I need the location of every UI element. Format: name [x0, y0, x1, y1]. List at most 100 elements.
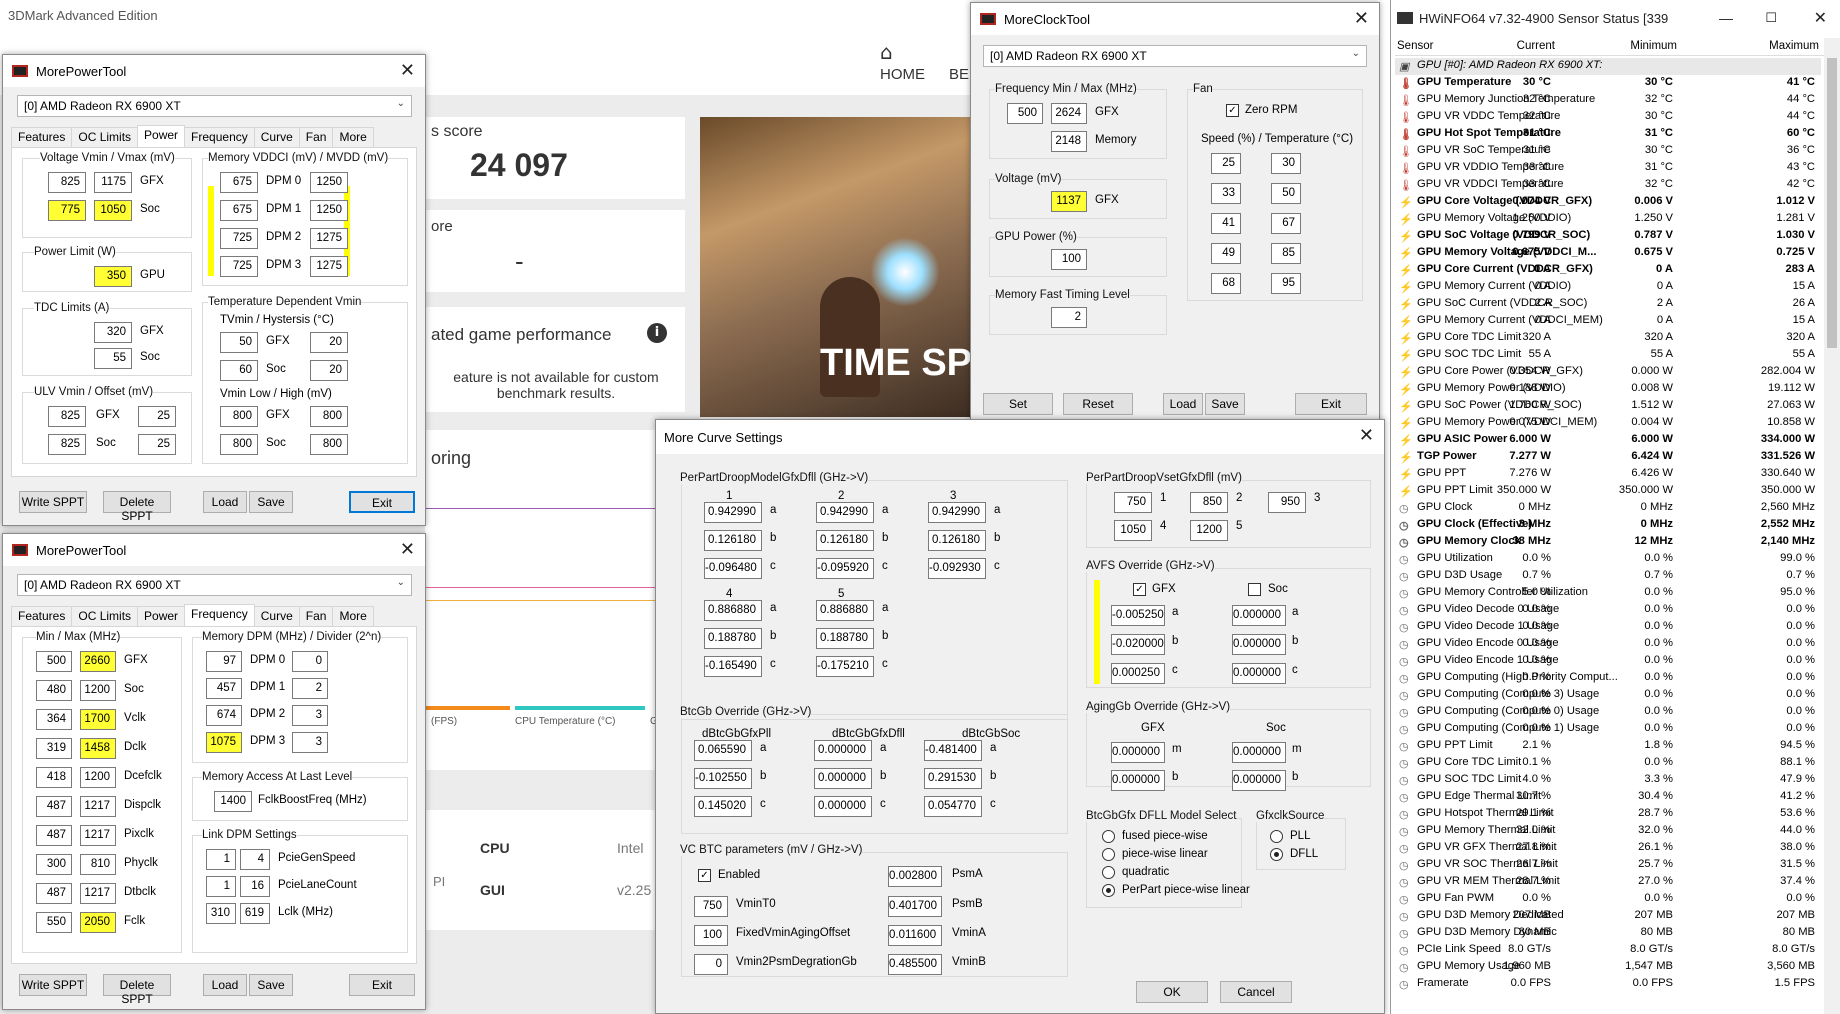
freq-min-input[interactable]: 300: [36, 854, 72, 875]
vddci-dpm3-input[interactable]: 725: [220, 256, 258, 277]
vmin-high-gfx-input[interactable]: 800: [310, 406, 348, 427]
nav-home[interactable]: HOME: [880, 66, 925, 83]
sensor-row[interactable]: ◷ GPU Core TDC Limit 0.1 % 0.0 % 88.1 %: [1395, 755, 1821, 772]
sensor-row[interactable]: ◷ GPU VR SOC Thermal Limit 26.7 % 25.7 % 31.…: [1395, 857, 1821, 874]
mem-dpm-freq-input[interactable]: 97: [206, 651, 242, 672]
sensor-row[interactable]: ⚡ GPU SoC Power (VDDCR_SOC) 1.760 W 1.512 W…: [1395, 398, 1821, 415]
tvmin-soc-input[interactable]: 60: [220, 360, 258, 381]
mem-dpm-freq-input[interactable]: 457: [206, 678, 242, 699]
freq-max-input[interactable]: 1217: [80, 883, 116, 904]
sensor-row[interactable]: ◷ GPU Fan PWM 0.0 % 0.0 % 0.0 %: [1395, 891, 1821, 908]
aging-soc-b-input[interactable]: 0.000000: [1232, 770, 1286, 791]
sensor-row[interactable]: ◷ GPU VR MEM Thermal Limit 28.7 % 27.0 % 37.…: [1395, 874, 1821, 891]
vmax-soc-input[interactable]: 1050: [94, 200, 132, 221]
tab-curve[interactable]: Curve: [253, 606, 300, 626]
col-sensor[interactable]: Sensor: [1397, 40, 1433, 52]
freq-min-input[interactable]: 550: [36, 912, 72, 933]
fast-timing-input[interactable]: 2: [1051, 307, 1087, 328]
mvdd-dpm3-input[interactable]: 1275: [310, 256, 348, 277]
gpu-select[interactable]: [0] AMD Radeon RX 6900 XT ⌄: [17, 574, 412, 596]
sensor-row[interactable]: ⚡ GPU Memory Current (VDDIO) 0 A0 A 15 A: [1395, 279, 1821, 296]
gpu-select[interactable]: [0] AMD Radeon RX 6900 XT ⌄: [17, 95, 412, 117]
fan-temp-input[interactable]: 85: [1271, 243, 1301, 264]
load-button[interactable]: Load: [203, 974, 247, 996]
tdc-gfx-input[interactable]: 320: [94, 322, 132, 343]
fan-speed-input[interactable]: 25: [1211, 153, 1241, 174]
fixed-vmin-aging-input[interactable]: 100: [694, 925, 728, 946]
sensor-row[interactable]: ◷ GPU Clock 0 MHz 0 MHz 2,560 MHz: [1395, 500, 1821, 517]
tvmin-gfx-input[interactable]: 50: [220, 332, 258, 353]
vmin-low-soc-input[interactable]: 800: [220, 434, 258, 455]
freq-max-input[interactable]: 1200: [80, 680, 116, 701]
sensor-row[interactable]: ◷ GPU Edge Thermal Limit 30.7 % 30.4 % 41.2 …: [1395, 789, 1821, 806]
vset-3-input[interactable]: 950: [1268, 492, 1306, 513]
aging-soc-m-input[interactable]: 0.000000: [1232, 742, 1286, 763]
freq-min-input[interactable]: 487: [36, 883, 72, 904]
tab-fan[interactable]: Fan: [298, 127, 334, 147]
vmin-low-gfx-input[interactable]: 800: [220, 406, 258, 427]
power-limit-input[interactable]: 350: [94, 266, 132, 287]
sensor-row[interactable]: ⚡ GPU SoC Voltage (VDDCR_SOC) 0.799 V 0.787…: [1395, 228, 1821, 245]
freq-min-input[interactable]: 480: [36, 680, 72, 701]
dfll-model-radio[interactable]: [1102, 848, 1115, 861]
droop-a-input[interactable]: 0.942990: [816, 502, 874, 523]
gfx-max-input[interactable]: 2624: [1051, 103, 1087, 124]
set-button[interactable]: Set: [983, 393, 1053, 415]
sensor-row[interactable]: ◷ GPU Memory Thermal Limit 32.0 % 32.0 % 44.…: [1395, 823, 1821, 840]
sensor-row[interactable]: ⚡ TGP Power 7.277 W 6.424 W 331.526 W: [1395, 449, 1821, 466]
memory-input[interactable]: 2148: [1051, 131, 1087, 152]
close-icon[interactable]: ✕: [400, 539, 415, 560]
gfxclk-source-radio[interactable]: [1270, 848, 1283, 861]
sensor-row[interactable]: ⚡ GPU Core Current (VDDCR_GFX) 0 A0 A 283 A: [1395, 262, 1821, 279]
sensor-row[interactable]: ◷ GPU SOC TDC Limit 4.0 % 3.3 % 47.9 %: [1395, 772, 1821, 789]
avfs-soc-c-input[interactable]: 0.000000: [1232, 663, 1286, 684]
sensor-row[interactable]: ◷ GPU VR GFX Thermal Limit 27.8 % 26.1 % 38.…: [1395, 840, 1821, 857]
minimize-icon[interactable]: —: [1719, 10, 1733, 26]
btcgb-c-input[interactable]: 0.000000: [814, 796, 872, 817]
sensor-row[interactable]: ◷ GPU Hotspot Thermal Limit 29.1 % 28.7 % 53…: [1395, 806, 1821, 823]
avfs-soc-a-input[interactable]: 0.000000: [1232, 605, 1286, 626]
droop-a-input[interactable]: 0.886880: [816, 600, 874, 621]
tab-power[interactable]: Power: [137, 125, 186, 147]
ulv-gfx-vmin-input[interactable]: 825: [48, 406, 86, 427]
fan-temp-input[interactable]: 30: [1271, 153, 1301, 174]
ulv-gfx-offset-input[interactable]: 25: [138, 406, 176, 427]
droop-c-input[interactable]: -0.165490: [704, 656, 762, 677]
sensor-row[interactable]: ◷ GPU Memory Clock 38 MHz 12 MHz 2,140 MHz: [1395, 534, 1821, 551]
sensor-row[interactable]: ⚡ GPU PPT 7.276 W 6.426 W 330.640 W: [1395, 466, 1821, 483]
close-icon[interactable]: ✕: [1814, 8, 1827, 28]
psma-input[interactable]: 0.002800: [888, 866, 942, 887]
vset-5-input[interactable]: 1200: [1190, 520, 1228, 541]
col-minimum[interactable]: Minimum: [1630, 40, 1677, 52]
sensor-row[interactable]: ⚡ GPU Core TDC Limit 320 A 320 A 320 A: [1395, 330, 1821, 347]
mem-dpm-freq-input[interactable]: 1075: [206, 732, 242, 753]
avfs-soc-checkbox[interactable]: [1248, 583, 1261, 596]
freq-max-input[interactable]: 2660: [80, 651, 116, 672]
fan-temp-input[interactable]: 95: [1271, 273, 1301, 294]
btcgb-c-input[interactable]: 0.054770: [924, 796, 982, 817]
freq-min-input[interactable]: 418: [36, 767, 72, 788]
tab-oc-limits[interactable]: OC Limits: [71, 606, 139, 626]
sensor-row[interactable]: ◷ PCIe Link Speed 8.0 GT/s 8.0 GT/s 8.0 GT/s: [1395, 942, 1821, 959]
load-button[interactable]: Load: [203, 491, 247, 513]
sensor-row[interactable]: ◷ GPU D3D Memory Dedicated 207 MB 207 MB 207…: [1395, 908, 1821, 925]
btcgb-c-input[interactable]: 0.145020: [694, 796, 752, 817]
sensor-row[interactable]: ◷ GPU Computing (High Priority Comput... 0…: [1395, 670, 1821, 687]
vset-4-input[interactable]: 1050: [1114, 520, 1152, 541]
sensor-row[interactable]: ◷ GPU Computing (Compute 0) Usage 0.0 % 0.0…: [1395, 704, 1821, 721]
droop-a-input[interactable]: 0.942990: [928, 502, 986, 523]
sensor-row[interactable]: ◷ GPU Memory Usage 1,960 MB 1,547 MB 3,560 M…: [1395, 959, 1821, 976]
vmina-input[interactable]: 0.011600: [888, 925, 942, 946]
freq-max-input[interactable]: 1217: [80, 825, 116, 846]
tdc-soc-input[interactable]: 55: [94, 348, 132, 369]
sensor-row[interactable]: ◷ GPU Video Decode 0 Usage 0.0 % 0.0 % 0.0 %: [1395, 602, 1821, 619]
vmint0-input[interactable]: 750: [694, 896, 728, 917]
hyst-soc-input[interactable]: 20: [310, 360, 348, 381]
freq-max-input[interactable]: 1700: [80, 709, 116, 730]
sensor-row[interactable]: ◷ GPU Utilization 0.0 % 0.0 % 99.0 %: [1395, 551, 1821, 568]
vmin-gfx-input[interactable]: 825: [48, 172, 86, 193]
gpu-power-input[interactable]: 100: [1051, 249, 1087, 270]
close-icon[interactable]: ✕: [1354, 8, 1369, 29]
vc-enabled-checkbox[interactable]: ✓: [698, 869, 711, 882]
dfll-model-radio[interactable]: [1102, 884, 1115, 897]
